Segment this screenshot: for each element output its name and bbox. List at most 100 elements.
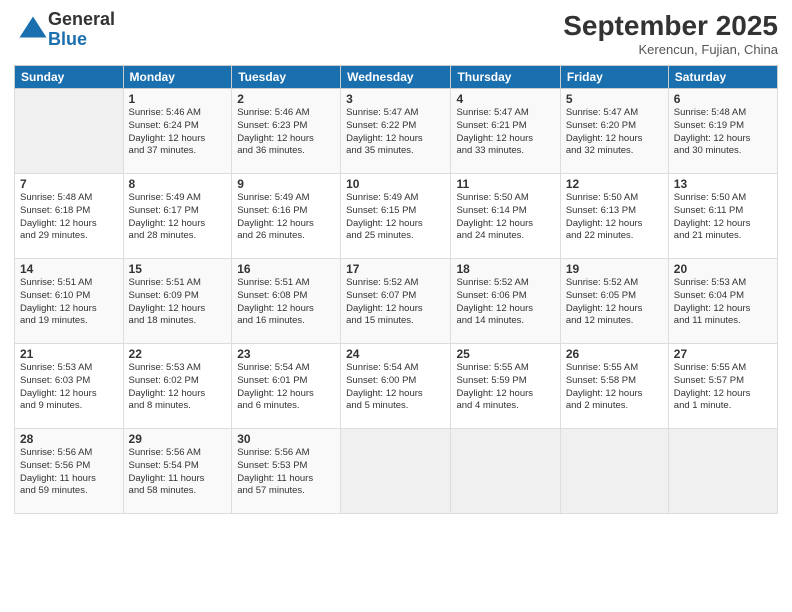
calendar-page: General Blue September 2025 Kerencun, Fu… xyxy=(0,0,792,612)
day-info: Sunrise: 5:51 AM Sunset: 6:09 PM Dayligh… xyxy=(129,277,227,328)
location-subtitle: Kerencun, Fujian, China xyxy=(563,42,778,57)
calendar-cell: 27Sunrise: 5:55 AM Sunset: 5:57 PM Dayli… xyxy=(668,344,777,429)
day-info: Sunrise: 5:54 AM Sunset: 6:00 PM Dayligh… xyxy=(346,362,445,413)
day-info: Sunrise: 5:55 AM Sunset: 5:58 PM Dayligh… xyxy=(566,362,663,413)
calendar-cell: 5Sunrise: 5:47 AM Sunset: 6:20 PM Daylig… xyxy=(560,89,668,174)
day-number: 17 xyxy=(346,262,445,276)
day-number: 10 xyxy=(346,177,445,191)
day-info: Sunrise: 5:56 AM Sunset: 5:56 PM Dayligh… xyxy=(20,447,118,498)
calendar-header-saturday: Saturday xyxy=(668,66,777,89)
calendar-cell: 26Sunrise: 5:55 AM Sunset: 5:58 PM Dayli… xyxy=(560,344,668,429)
day-info: Sunrise: 5:53 AM Sunset: 6:03 PM Dayligh… xyxy=(20,362,118,413)
day-number: 22 xyxy=(129,347,227,361)
day-info: Sunrise: 5:51 AM Sunset: 6:08 PM Dayligh… xyxy=(237,277,335,328)
day-number: 7 xyxy=(20,177,118,191)
day-number: 19 xyxy=(566,262,663,276)
calendar-cell: 28Sunrise: 5:56 AM Sunset: 5:56 PM Dayli… xyxy=(15,429,124,514)
calendar-cell: 10Sunrise: 5:49 AM Sunset: 6:15 PM Dayli… xyxy=(341,174,451,259)
calendar-cell xyxy=(15,89,124,174)
calendar-week-3: 14Sunrise: 5:51 AM Sunset: 6:10 PM Dayli… xyxy=(15,259,778,344)
title-block: September 2025 Kerencun, Fujian, China xyxy=(563,10,778,57)
day-number: 12 xyxy=(566,177,663,191)
calendar-cell: 4Sunrise: 5:47 AM Sunset: 6:21 PM Daylig… xyxy=(451,89,560,174)
day-info: Sunrise: 5:55 AM Sunset: 5:57 PM Dayligh… xyxy=(674,362,772,413)
day-number: 11 xyxy=(456,177,554,191)
calendar-body: 1Sunrise: 5:46 AM Sunset: 6:24 PM Daylig… xyxy=(15,89,778,514)
day-number: 26 xyxy=(566,347,663,361)
day-number: 4 xyxy=(456,92,554,106)
calendar-cell xyxy=(341,429,451,514)
calendar-week-5: 28Sunrise: 5:56 AM Sunset: 5:56 PM Dayli… xyxy=(15,429,778,514)
day-info: Sunrise: 5:53 AM Sunset: 6:02 PM Dayligh… xyxy=(129,362,227,413)
calendar-cell: 21Sunrise: 5:53 AM Sunset: 6:03 PM Dayli… xyxy=(15,344,124,429)
logo-icon xyxy=(18,15,48,45)
day-number: 3 xyxy=(346,92,445,106)
calendar-cell: 7Sunrise: 5:48 AM Sunset: 6:18 PM Daylig… xyxy=(15,174,124,259)
day-info: Sunrise: 5:50 AM Sunset: 6:11 PM Dayligh… xyxy=(674,192,772,243)
calendar-cell: 16Sunrise: 5:51 AM Sunset: 6:08 PM Dayli… xyxy=(232,259,341,344)
day-number: 5 xyxy=(566,92,663,106)
calendar-cell: 19Sunrise: 5:52 AM Sunset: 6:05 PM Dayli… xyxy=(560,259,668,344)
calendar-cell: 20Sunrise: 5:53 AM Sunset: 6:04 PM Dayli… xyxy=(668,259,777,344)
calendar-cell: 12Sunrise: 5:50 AM Sunset: 6:13 PM Dayli… xyxy=(560,174,668,259)
day-info: Sunrise: 5:54 AM Sunset: 6:01 PM Dayligh… xyxy=(237,362,335,413)
calendar-header-sunday: Sunday xyxy=(15,66,124,89)
day-info: Sunrise: 5:46 AM Sunset: 6:24 PM Dayligh… xyxy=(129,107,227,158)
calendar-header-wednesday: Wednesday xyxy=(341,66,451,89)
calendar-cell: 3Sunrise: 5:47 AM Sunset: 6:22 PM Daylig… xyxy=(341,89,451,174)
calendar-cell: 8Sunrise: 5:49 AM Sunset: 6:17 PM Daylig… xyxy=(123,174,232,259)
day-info: Sunrise: 5:51 AM Sunset: 6:10 PM Dayligh… xyxy=(20,277,118,328)
day-info: Sunrise: 5:47 AM Sunset: 6:20 PM Dayligh… xyxy=(566,107,663,158)
calendar-cell: 23Sunrise: 5:54 AM Sunset: 6:01 PM Dayli… xyxy=(232,344,341,429)
day-number: 29 xyxy=(129,432,227,446)
calendar-cell: 29Sunrise: 5:56 AM Sunset: 5:54 PM Dayli… xyxy=(123,429,232,514)
day-number: 8 xyxy=(129,177,227,191)
calendar-header-tuesday: Tuesday xyxy=(232,66,341,89)
day-info: Sunrise: 5:50 AM Sunset: 6:13 PM Dayligh… xyxy=(566,192,663,243)
month-title: September 2025 xyxy=(563,10,778,42)
day-number: 20 xyxy=(674,262,772,276)
day-info: Sunrise: 5:49 AM Sunset: 6:15 PM Dayligh… xyxy=(346,192,445,243)
day-number: 23 xyxy=(237,347,335,361)
day-number: 16 xyxy=(237,262,335,276)
logo-general: General xyxy=(48,10,115,30)
day-info: Sunrise: 5:47 AM Sunset: 6:22 PM Dayligh… xyxy=(346,107,445,158)
calendar-cell: 22Sunrise: 5:53 AM Sunset: 6:02 PM Dayli… xyxy=(123,344,232,429)
calendar-table: SundayMondayTuesdayWednesdayThursdayFrid… xyxy=(14,65,778,514)
day-number: 21 xyxy=(20,347,118,361)
calendar-cell: 17Sunrise: 5:52 AM Sunset: 6:07 PM Dayli… xyxy=(341,259,451,344)
calendar-cell: 18Sunrise: 5:52 AM Sunset: 6:06 PM Dayli… xyxy=(451,259,560,344)
day-info: Sunrise: 5:53 AM Sunset: 6:04 PM Dayligh… xyxy=(674,277,772,328)
calendar-header-monday: Monday xyxy=(123,66,232,89)
day-number: 2 xyxy=(237,92,335,106)
calendar-cell: 30Sunrise: 5:56 AM Sunset: 5:53 PM Dayli… xyxy=(232,429,341,514)
day-info: Sunrise: 5:55 AM Sunset: 5:59 PM Dayligh… xyxy=(456,362,554,413)
calendar-cell: 25Sunrise: 5:55 AM Sunset: 5:59 PM Dayli… xyxy=(451,344,560,429)
calendar-header-thursday: Thursday xyxy=(451,66,560,89)
day-info: Sunrise: 5:46 AM Sunset: 6:23 PM Dayligh… xyxy=(237,107,335,158)
calendar-cell xyxy=(668,429,777,514)
calendar-cell xyxy=(560,429,668,514)
day-number: 27 xyxy=(674,347,772,361)
day-number: 14 xyxy=(20,262,118,276)
calendar-week-2: 7Sunrise: 5:48 AM Sunset: 6:18 PM Daylig… xyxy=(15,174,778,259)
calendar-week-4: 21Sunrise: 5:53 AM Sunset: 6:03 PM Dayli… xyxy=(15,344,778,429)
day-info: Sunrise: 5:50 AM Sunset: 6:14 PM Dayligh… xyxy=(456,192,554,243)
calendar-cell: 9Sunrise: 5:49 AM Sunset: 6:16 PM Daylig… xyxy=(232,174,341,259)
calendar-cell: 11Sunrise: 5:50 AM Sunset: 6:14 PM Dayli… xyxy=(451,174,560,259)
day-info: Sunrise: 5:49 AM Sunset: 6:17 PM Dayligh… xyxy=(129,192,227,243)
calendar-cell: 15Sunrise: 5:51 AM Sunset: 6:09 PM Dayli… xyxy=(123,259,232,344)
day-number: 13 xyxy=(674,177,772,191)
day-number: 25 xyxy=(456,347,554,361)
day-info: Sunrise: 5:48 AM Sunset: 6:19 PM Dayligh… xyxy=(674,107,772,158)
day-info: Sunrise: 5:48 AM Sunset: 6:18 PM Dayligh… xyxy=(20,192,118,243)
calendar-cell: 13Sunrise: 5:50 AM Sunset: 6:11 PM Dayli… xyxy=(668,174,777,259)
calendar-week-1: 1Sunrise: 5:46 AM Sunset: 6:24 PM Daylig… xyxy=(15,89,778,174)
day-number: 30 xyxy=(237,432,335,446)
calendar-cell: 6Sunrise: 5:48 AM Sunset: 6:19 PM Daylig… xyxy=(668,89,777,174)
calendar-cell: 14Sunrise: 5:51 AM Sunset: 6:10 PM Dayli… xyxy=(15,259,124,344)
day-number: 15 xyxy=(129,262,227,276)
logo-blue: Blue xyxy=(48,30,115,50)
header: General Blue September 2025 Kerencun, Fu… xyxy=(14,10,778,57)
calendar-cell: 1Sunrise: 5:46 AM Sunset: 6:24 PM Daylig… xyxy=(123,89,232,174)
